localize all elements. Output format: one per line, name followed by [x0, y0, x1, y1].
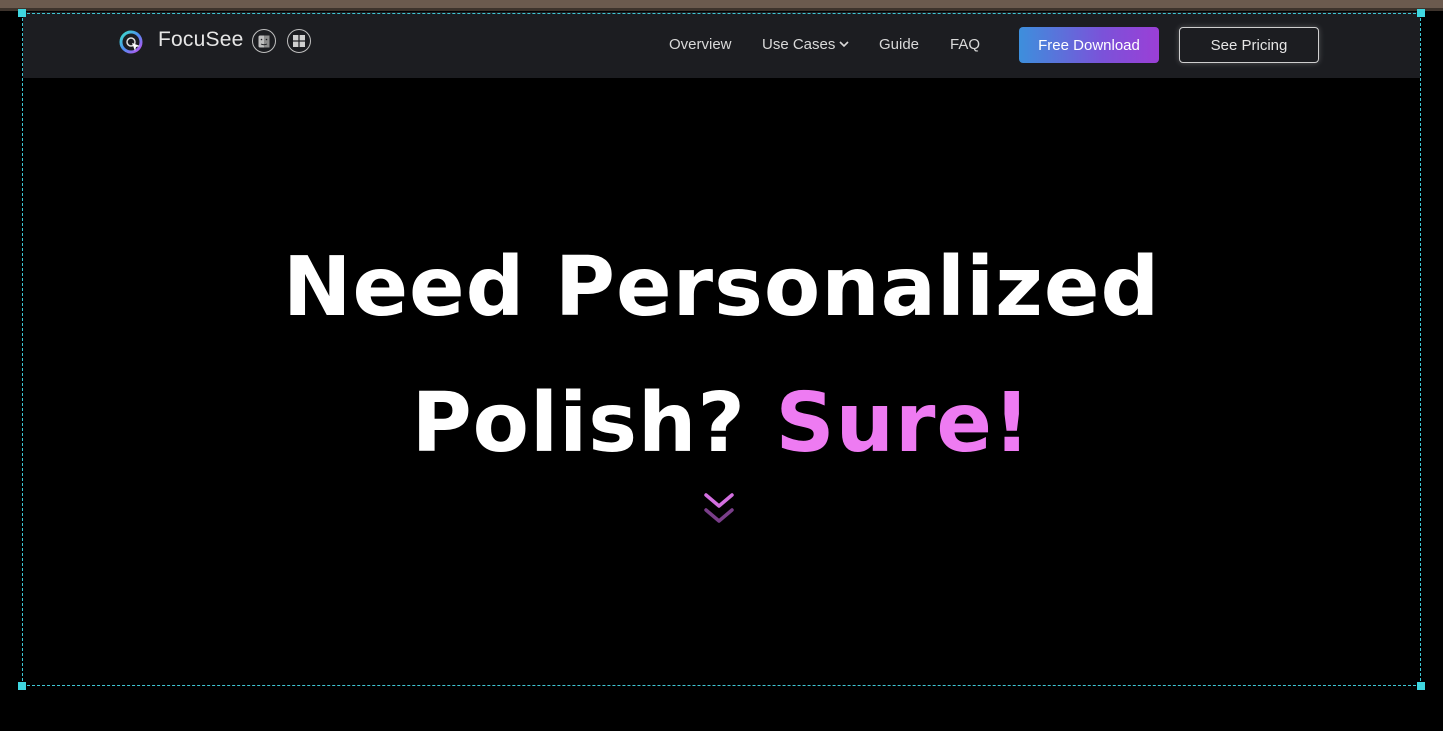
mac-finder-icon[interactable]	[252, 29, 276, 53]
chevron-down-icon	[839, 41, 849, 48]
brand-name[interactable]: FocuSee	[158, 28, 243, 52]
windows-icon[interactable]	[287, 29, 311, 53]
hero-headline-line2: Polish? Sure!	[0, 376, 1443, 471]
nav-link-overview[interactable]: Overview	[669, 36, 732, 53]
resize-handle-bottom-left[interactable]	[18, 682, 26, 690]
nav-link-use-cases-label: Use Cases	[762, 36, 836, 53]
see-pricing-button[interactable]: See Pricing	[1179, 27, 1319, 63]
focusee-logo-icon[interactable]	[118, 29, 144, 55]
hero-headline-line1: Need Personalized	[282, 240, 1161, 335]
nav-link-guide[interactable]: Guide	[879, 36, 919, 53]
resize-handle-top-right[interactable]	[1417, 9, 1425, 17]
browser-top-strip	[0, 0, 1443, 11]
selection-frame	[22, 13, 1421, 686]
resize-handle-top-left[interactable]	[18, 9, 26, 17]
resize-handle-bottom-right[interactable]	[1417, 682, 1425, 690]
nav-link-faq[interactable]: FAQ	[950, 36, 980, 53]
hero-headline-plain: Polish?	[411, 376, 776, 471]
nav-link-use-cases[interactable]: Use Cases	[762, 36, 849, 53]
free-download-button[interactable]: Free Download	[1019, 27, 1159, 63]
site-navbar: FocuSee Overview Use Cases Guide FAQ Fre…	[23, 12, 1420, 78]
top-strip-shadow	[0, 8, 1443, 11]
double-chevron-down-icon[interactable]	[703, 492, 735, 528]
hero-headline-accent: Sure!	[775, 376, 1032, 471]
